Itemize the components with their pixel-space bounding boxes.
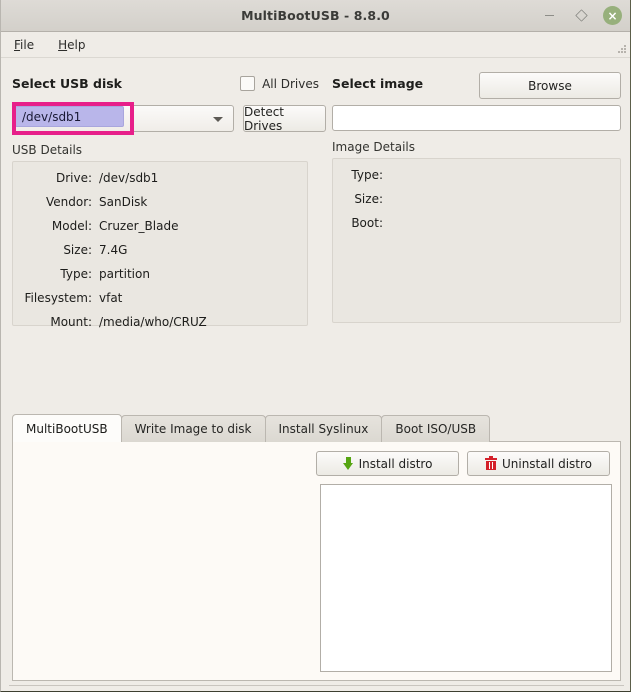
tab-strip: MultiBootUSB Write Image to disk Install… bbox=[12, 414, 621, 442]
usb-detail-row: Size: 7.4G bbox=[13, 244, 307, 256]
installed-distros-list[interactable] bbox=[320, 484, 612, 672]
usb-detail-value: /dev/sdb1 bbox=[99, 171, 159, 185]
status-separator bbox=[9, 685, 624, 686]
menu-help-rest: elp bbox=[67, 37, 86, 52]
usb-detail-key: Type: bbox=[60, 267, 92, 281]
usb-disk-selected-value[interactable]: /dev/sdb1 bbox=[15, 106, 124, 127]
image-path-input[interactable] bbox=[332, 105, 621, 131]
window-title: MultiBootUSB - 8.8.0 bbox=[241, 8, 390, 23]
usb-details-label: USB Details bbox=[12, 143, 83, 157]
usb-details-panel: Drive: /dev/sdb1 Vendor: SanDisk Model: … bbox=[12, 161, 308, 328]
tab-panel-multibootusb: Install distro Uninstall distro bbox=[12, 441, 621, 681]
install-distro-label: Install distro bbox=[358, 456, 433, 471]
usb-detail-row: Type: partition bbox=[13, 268, 307, 280]
usb-detail-value: vfat bbox=[99, 291, 123, 305]
close-icon[interactable]: × bbox=[603, 6, 622, 25]
image-detail-key: Type: bbox=[351, 168, 383, 182]
install-distro-button[interactable]: Install distro bbox=[316, 451, 459, 476]
usb-detail-key: Size: bbox=[63, 243, 92, 257]
usb-detail-row: Vendor: SanDisk bbox=[13, 196, 307, 208]
window-controls: × bbox=[539, 0, 622, 31]
usb-detail-key: Mount: bbox=[50, 315, 92, 329]
usb-detail-value: /media/who/CRUZ bbox=[99, 315, 207, 329]
usb-detail-row: Mount: /media/who/CRUZ bbox=[13, 316, 307, 328]
usb-detail-value: Cruzer_Blade bbox=[99, 219, 179, 233]
uninstall-distro-button[interactable]: Uninstall distro bbox=[467, 451, 610, 476]
download-arrow-icon bbox=[342, 457, 354, 470]
usb-detail-row: Drive: /dev/sdb1 bbox=[13, 172, 307, 184]
usb-disk-section: Select USB disk All Drives /dev/sdb1 Det… bbox=[12, 58, 326, 328]
all-drives-checkbox-row[interactable]: All Drives bbox=[240, 76, 319, 91]
image-section: Select image Browse Image Details Type: … bbox=[332, 58, 621, 323]
tab-area: MultiBootUSB Write Image to disk Install… bbox=[12, 414, 621, 681]
chevron-down-icon bbox=[213, 117, 223, 122]
maximize-icon[interactable] bbox=[571, 6, 591, 26]
detect-drives-button[interactable]: Detect Drives bbox=[243, 105, 326, 133]
image-section-header: Select image Browse bbox=[332, 72, 621, 99]
tab-install-syslinux[interactable]: Install Syslinux bbox=[264, 415, 383, 442]
image-detail-key: Boot: bbox=[351, 216, 383, 230]
image-detail-row: Boot: bbox=[333, 217, 620, 229]
tab-boot-iso-usb[interactable]: Boot ISO/USB bbox=[381, 415, 491, 442]
usb-detail-key: Filesystem: bbox=[24, 291, 92, 305]
usb-detail-key: Drive: bbox=[55, 171, 92, 185]
usb-detail-key: Model: bbox=[51, 219, 92, 233]
menu-file[interactable]: File bbox=[11, 36, 37, 54]
minimize-icon[interactable] bbox=[539, 6, 559, 26]
title-bar: MultiBootUSB - 8.8.0 × bbox=[1, 0, 630, 32]
tab-write-image-to-disk[interactable]: Write Image to disk bbox=[120, 415, 266, 442]
trash-icon bbox=[484, 456, 497, 470]
image-detail-row: Size: bbox=[333, 193, 620, 205]
all-drives-label: All Drives bbox=[262, 76, 319, 91]
menu-bar: File Help bbox=[1, 32, 630, 58]
app-window: MultiBootUSB - 8.8.0 × File Help Select … bbox=[0, 0, 631, 692]
resize-grip[interactable] bbox=[615, 42, 627, 54]
image-detail-row: Type: bbox=[333, 169, 620, 181]
menu-file-rest: ile bbox=[20, 37, 35, 52]
uninstall-distro-label: Uninstall distro bbox=[501, 456, 593, 471]
menu-help[interactable]: Help bbox=[55, 36, 88, 54]
all-drives-checkbox[interactable] bbox=[240, 76, 256, 91]
usb-detail-row: Filesystem: vfat bbox=[13, 292, 307, 304]
tab-multibootusb[interactable]: MultiBootUSB bbox=[12, 414, 122, 442]
image-detail-key: Size: bbox=[354, 192, 383, 206]
usb-detail-row: Model: Cruzer_Blade bbox=[13, 220, 307, 232]
usb-disk-selector-row: /dev/sdb1 Detect Drives bbox=[12, 102, 326, 135]
usb-detail-key: Vendor: bbox=[46, 195, 92, 209]
distro-actions: Install distro Uninstall distro bbox=[316, 451, 610, 476]
usb-section-header: Select USB disk All Drives bbox=[12, 76, 319, 98]
usb-detail-value: partition bbox=[99, 267, 150, 281]
browse-button[interactable]: Browse bbox=[479, 72, 621, 99]
usb-detail-value: SanDisk bbox=[99, 195, 148, 209]
image-details-panel: Type: Size: Boot: bbox=[332, 158, 621, 323]
image-details-label: Image Details bbox=[332, 140, 415, 154]
usb-detail-value: 7.4G bbox=[99, 243, 128, 257]
menu-help-mnemonic: H bbox=[58, 37, 68, 52]
